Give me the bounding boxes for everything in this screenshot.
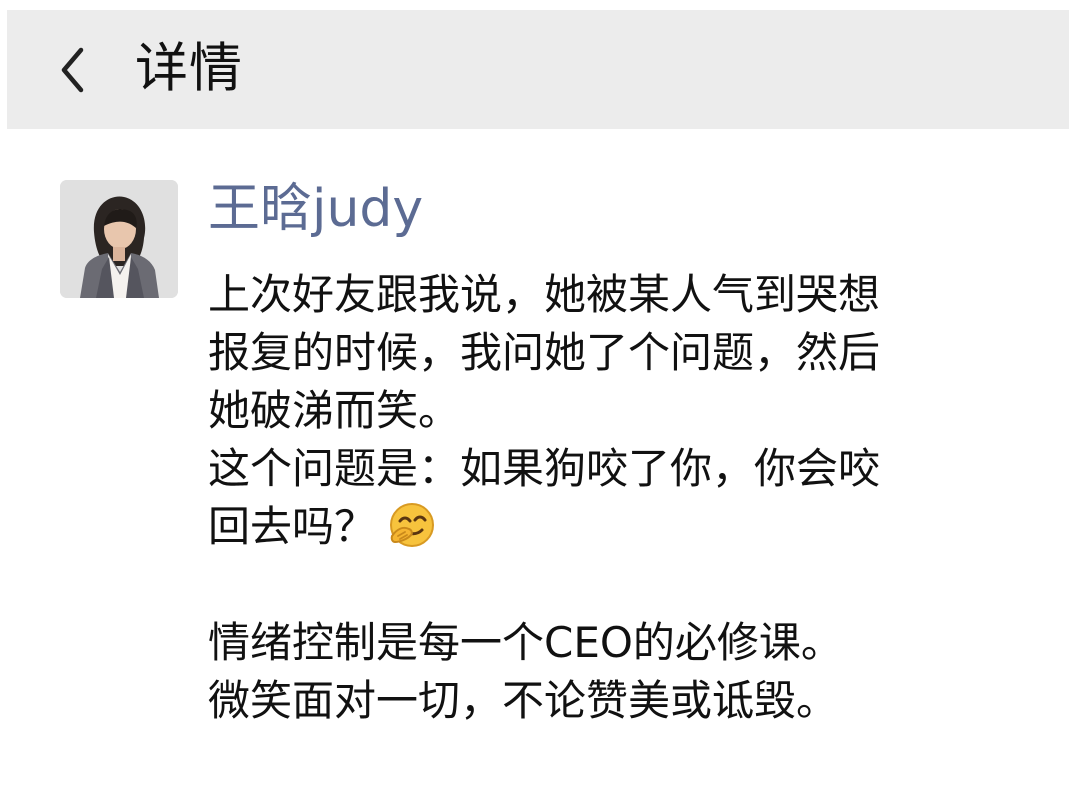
profile-photo	[60, 180, 178, 298]
post-blank-line	[208, 556, 1048, 614]
post-line: 她破涕而笑。	[208, 386, 461, 435]
page: 详情 王晗judy 上次好友跟我说，她被某人气到哭想 报复的时候，我问她了个问题…	[0, 0, 1080, 789]
chevron-left-icon	[61, 47, 84, 93]
post-line: 微笑面对一切，不论赞美或诋毁。	[208, 676, 839, 725]
author-name[interactable]: 王晗judy	[208, 178, 423, 240]
detail-header: 详情	[7, 10, 1069, 129]
facepalm-smile-emoji-icon	[388, 501, 436, 549]
post-line-text: 回去吗？	[208, 502, 377, 551]
post-line: 报复的时候，我问她了个问题，然后	[208, 328, 881, 377]
post-line: 这个问题是：如果狗咬了你，你会咬	[208, 444, 881, 493]
page-title: 详情	[135, 38, 243, 99]
avatar[interactable]	[60, 180, 178, 298]
post-line: 情绪控制是每一个CEO的必修课。	[208, 618, 843, 667]
post-line: 上次好友跟我说，她被某人气到哭想	[208, 270, 881, 319]
back-button[interactable]	[45, 36, 97, 104]
post-line-with-emoji: 回去吗？	[208, 498, 1048, 556]
post-content: 上次好友跟我说，她被某人气到哭想 报复的时候，我问她了个问题，然后 她破涕而笑。…	[208, 266, 1048, 730]
